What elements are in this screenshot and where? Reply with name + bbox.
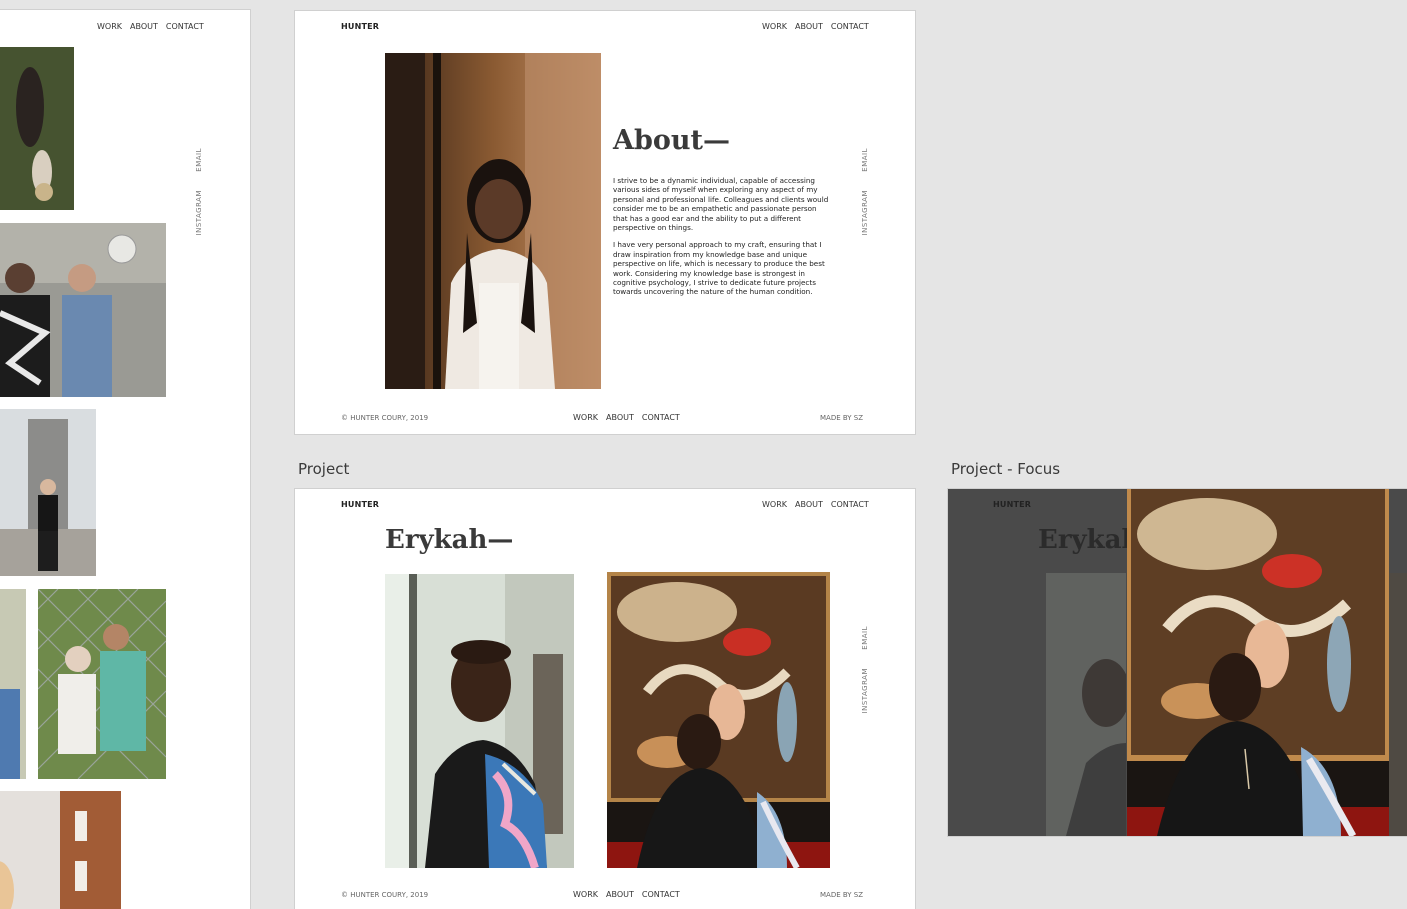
project-photo-2[interactable] bbox=[607, 572, 830, 868]
footer-nav-about[interactable]: ABOUT bbox=[606, 890, 634, 899]
about-portrait bbox=[385, 53, 601, 389]
work-photo-6[interactable] bbox=[0, 791, 121, 909]
focus-side-strip bbox=[1389, 573, 1407, 836]
focus-heading: Erykah bbox=[1038, 525, 1141, 555]
artboard-label-project-focus[interactable]: Project - Focus bbox=[951, 460, 1060, 478]
about-footer-nav: WORK ABOUT CONTACT bbox=[573, 413, 680, 422]
email-link[interactable]: EMAIL bbox=[861, 626, 869, 650]
brand-logo[interactable]: HUNTER bbox=[993, 500, 1031, 509]
nav-contact[interactable]: CONTACT bbox=[831, 500, 869, 509]
about-paragraph-1: I strive to be a dynamic individual, cap… bbox=[613, 176, 829, 233]
nav-work[interactable]: WORK bbox=[97, 22, 122, 31]
artboard-work: WORK ABOUT CONTACT EMAIL INSTAGRAM bbox=[0, 10, 250, 909]
project-heading: Erykah— bbox=[385, 525, 514, 555]
nav-about[interactable]: ABOUT bbox=[795, 22, 823, 31]
focus-enlarged-photo[interactable] bbox=[1127, 489, 1389, 836]
footer-nav-contact[interactable]: CONTACT bbox=[642, 890, 680, 899]
artboard-project-focus: HUNTER Erykah bbox=[948, 489, 1407, 836]
footer-nav-work[interactable]: WORK bbox=[573, 413, 598, 422]
work-photo-2[interactable] bbox=[0, 223, 166, 397]
instagram-link[interactable]: INSTAGRAM bbox=[195, 190, 203, 235]
email-link[interactable]: EMAIL bbox=[195, 148, 203, 172]
footer-credit: MADE BY SZ bbox=[820, 891, 864, 899]
nav-contact[interactable]: CONTACT bbox=[166, 22, 204, 31]
about-paragraph-2: I have very personal approach to my craf… bbox=[613, 240, 825, 297]
brand-logo[interactable]: HUNTER bbox=[341, 22, 379, 31]
nav-work[interactable]: WORK bbox=[762, 500, 787, 509]
about-heading: About— bbox=[613, 125, 730, 156]
footer-credit: MADE BY SZ bbox=[820, 414, 864, 422]
work-photo-5[interactable] bbox=[38, 589, 166, 779]
project-nav: WORK ABOUT CONTACT bbox=[762, 500, 869, 509]
artboard-label-project[interactable]: Project bbox=[298, 460, 349, 478]
work-photo-3[interactable] bbox=[0, 409, 96, 576]
work-photo-4[interactable] bbox=[0, 589, 26, 779]
focus-bg-photo bbox=[1046, 573, 1126, 836]
work-nav: WORK ABOUT CONTACT bbox=[97, 22, 204, 31]
brand-logo[interactable]: HUNTER bbox=[341, 500, 379, 509]
footer-copyright: © HUNTER COURY, 2019 bbox=[341, 414, 429, 422]
footer-nav-about[interactable]: ABOUT bbox=[606, 413, 634, 422]
work-photo-1[interactable] bbox=[0, 47, 74, 210]
nav-work[interactable]: WORK bbox=[762, 22, 787, 31]
footer-copyright: © HUNTER COURY, 2019 bbox=[341, 891, 429, 899]
nav-about[interactable]: ABOUT bbox=[130, 22, 158, 31]
nav-about[interactable]: ABOUT bbox=[795, 500, 823, 509]
footer-nav-contact[interactable]: CONTACT bbox=[642, 413, 680, 422]
instagram-link[interactable]: INSTAGRAM bbox=[861, 668, 869, 713]
about-body: I strive to be a dynamic individual, cap… bbox=[613, 176, 831, 305]
email-link[interactable]: EMAIL bbox=[861, 148, 869, 172]
artboard-about: HUNTER WORK ABOUT CONTACT About— I striv… bbox=[295, 11, 915, 434]
nav-contact[interactable]: CONTACT bbox=[831, 22, 869, 31]
about-nav: WORK ABOUT CONTACT bbox=[762, 22, 869, 31]
artboard-project: HUNTER WORK ABOUT CONTACT Erykah— EMAIL … bbox=[295, 489, 915, 909]
project-footer-nav: WORK ABOUT CONTACT bbox=[573, 890, 680, 899]
instagram-link[interactable]: INSTAGRAM bbox=[861, 190, 869, 235]
project-photo-1[interactable] bbox=[385, 574, 574, 868]
footer-nav-work[interactable]: WORK bbox=[573, 890, 598, 899]
